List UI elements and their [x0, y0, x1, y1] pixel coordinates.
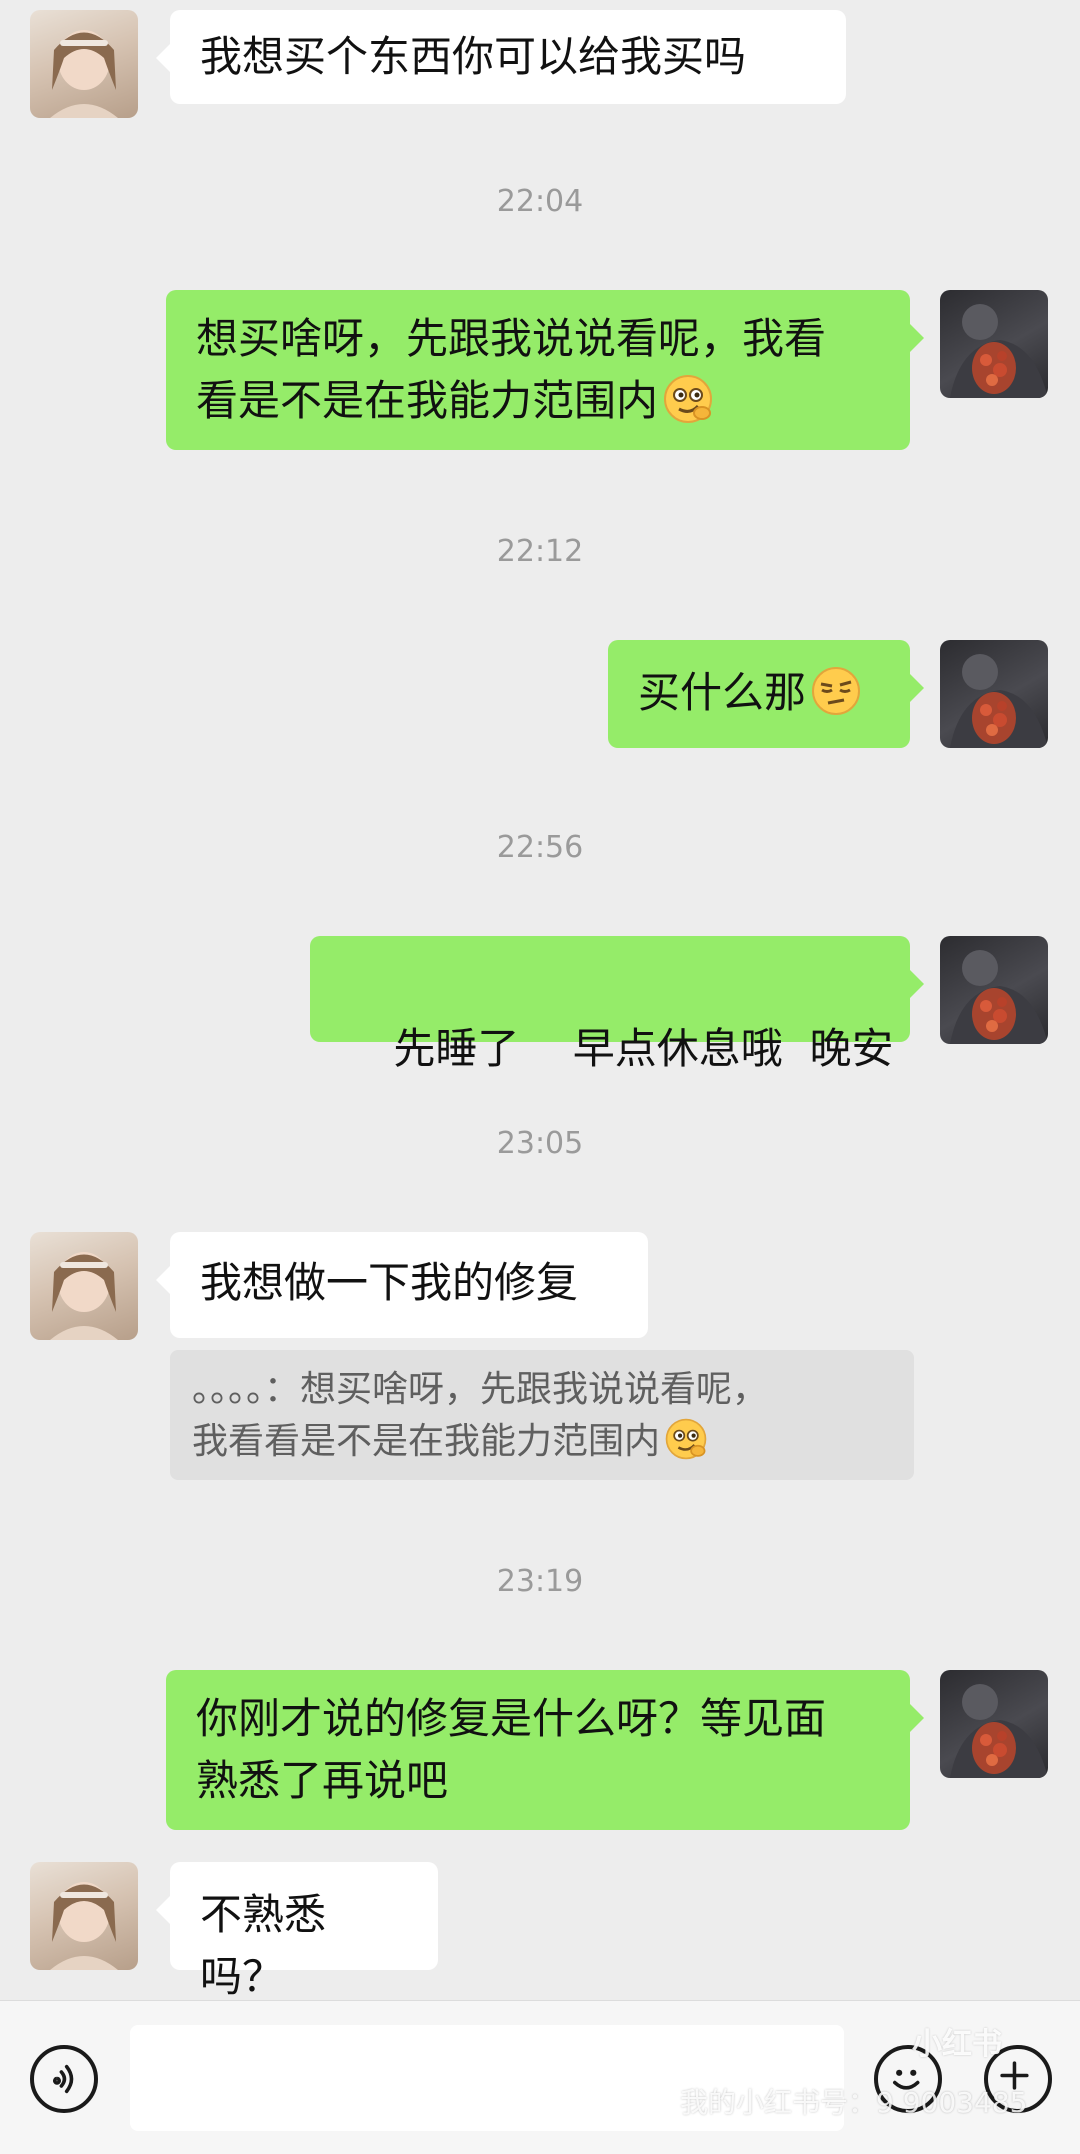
timestamp: 22:12 [496, 534, 584, 569]
message-text: 买什么那 [638, 668, 807, 717]
my-avatar[interactable] [940, 290, 1048, 398]
message-text: 先睡了 早点休息哦 晚安 [393, 1024, 894, 1073]
message-text-line1: 你刚才说的修复是什么呀？等见面 [196, 1694, 827, 1743]
message-bubble-outgoing[interactable]: 买什么那 [608, 640, 924, 748]
message-bubble-outgoing[interactable]: 想买啥呀，先跟我说说看呢，我看 看是不是在我能力范围内 [166, 290, 924, 450]
quoted-reply[interactable]: 。。。。：想买啥呀，先跟我说说看呢， 我看看是不是在我能力范围内 [170, 1350, 914, 1480]
message-text-line2: 熟悉了再说吧 [196, 1756, 449, 1805]
voice-button[interactable] [30, 2045, 98, 2113]
avatar-image [950, 950, 1048, 1044]
contact-avatar[interactable] [30, 1232, 138, 1340]
my-avatar[interactable] [940, 640, 1048, 748]
message-text-line2: 看是不是在我能力范围内 [196, 370, 880, 432]
timestamp: 23:05 [496, 1126, 584, 1161]
contact-avatar[interactable] [30, 1862, 138, 1970]
avatar-image [50, 30, 118, 118]
watermark-text: 我的小红书号：9 9003485 [680, 2086, 1028, 2119]
avatar-image [50, 1882, 118, 1970]
watermark-logo: 小红书 [912, 2027, 1002, 2062]
doubtful-emoji-icon [812, 667, 861, 715]
chat-area[interactable]: 我想买个东西你可以给我买吗 22:04 想买啥呀，先跟我说说看呢，我看 看是不是… [0, 0, 1080, 2001]
timestamp: 23:19 [496, 1564, 584, 1599]
my-avatar[interactable] [940, 936, 1048, 1044]
message-text-line1: 想买啥呀，先跟我说说看呢，我看 [196, 314, 827, 363]
my-avatar[interactable] [940, 1670, 1048, 1778]
input-bar: 小红书 我的小红书号：9 9003485 [0, 2000, 1080, 2154]
avatar-image [50, 1252, 118, 1340]
message-bubble-outgoing[interactable]: 先睡了 早点休息哦 晚安 [310, 936, 924, 1073]
timestamp: 22:56 [496, 830, 584, 865]
message-text: 我想做一下我的修复 [200, 1258, 579, 1307]
avatar-image [950, 1684, 1048, 1778]
message-bubble-incoming[interactable]: 我想买个东西你可以给我买吗 [156, 10, 846, 104]
message-text: 我想买个东西你可以给我买吗 [200, 32, 747, 81]
voice-icon [53, 2064, 74, 2094]
avatar-image [950, 654, 1048, 748]
message-bubble-outgoing[interactable]: 你刚才说的修复是什么呀？等见面 熟悉了再说吧 [166, 1670, 924, 1830]
timestamp: 22:04 [496, 184, 584, 219]
smirk-emoji-icon [664, 375, 713, 423]
message-text: 不熟悉吗？ [200, 1890, 327, 2001]
quote-text-line1: 。。。。：想买啥呀，先跟我说说看呢， [192, 1369, 769, 1410]
message-bubble-incoming[interactable]: 我想做一下我的修复 [156, 1232, 648, 1338]
smirk-emoji-icon [665, 1418, 707, 1460]
quote-text-line2: 我看看是不是在我能力范围内 [192, 1416, 892, 1468]
avatar-image [950, 304, 1048, 398]
message-bubble-incoming[interactable]: 不熟悉吗？ [156, 1862, 438, 2001]
contact-avatar[interactable] [30, 10, 138, 118]
